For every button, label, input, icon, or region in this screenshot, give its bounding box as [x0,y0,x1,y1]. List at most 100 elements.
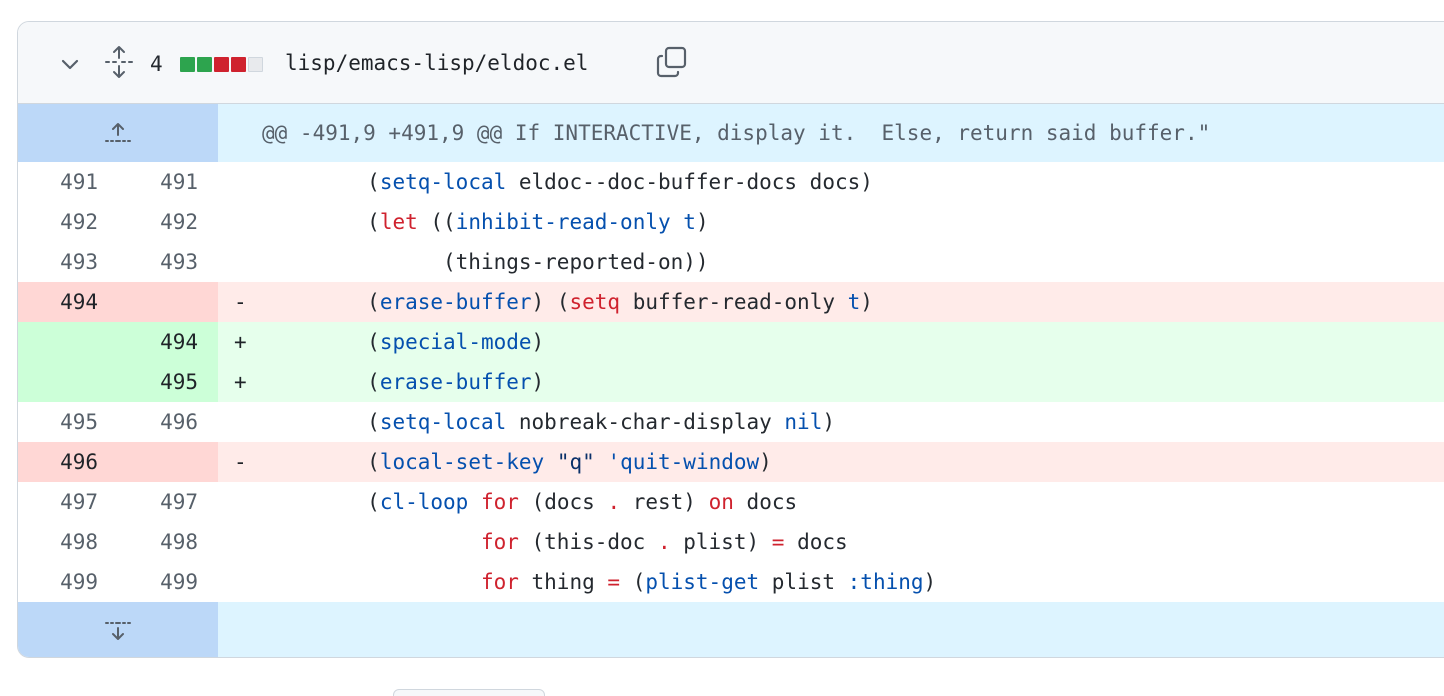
partial-button[interactable] [393,689,545,696]
expand-bottom-fill [218,602,1444,657]
code-content: + (erase-buffer) [218,362,1444,402]
code-token: special-mode [379,330,532,354]
chevron-down-icon[interactable] [56,50,84,78]
old-line-number[interactable]: 491 [18,162,118,202]
code-token: :thing [847,570,924,594]
context-line: 498 498 for (this-doc . plist) = docs [18,522,1444,562]
code-token: setq-local [379,170,507,194]
diffstat-blocks [180,57,263,72]
old-line-number[interactable]: 492 [18,202,118,242]
expand-bottom-row [18,602,1444,657]
new-line-number[interactable]: 499 [118,562,218,602]
context-line: 491 491 (setq-local eldoc--doc-buffer-doc… [18,162,1444,202]
new-line-number[interactable]: 493 [118,242,218,282]
code-token: . [657,530,671,554]
file-path[interactable]: lisp/emacs-lisp/eldoc.el [285,48,588,78]
expand-down-icon[interactable] [18,602,218,657]
code-token: ( [367,370,380,394]
new-line-number[interactable] [118,282,218,322]
code-content: - (local-set-key "q" 'quit-window) [218,442,1444,482]
new-line-number[interactable]: 497 [118,482,218,522]
code-token: on [708,490,734,514]
old-line-number[interactable]: 497 [18,482,118,522]
code-token: setq [569,290,621,314]
diffstat-block [214,57,229,72]
code-token: ( [367,330,380,354]
code-token: t [683,210,696,234]
code-content: for thing = (plist-get plist :thing) [218,562,1444,602]
code-token: (things-reported-on)) [443,250,709,274]
code-token: . [607,490,621,514]
code-content: (setq-local eldoc--doc-buffer-docs docs) [218,162,1444,202]
code-content: + (special-mode) [218,322,1444,362]
code-token: local-set-key [379,450,545,474]
code-token: plist [759,570,848,594]
new-line-number[interactable]: 496 [118,402,218,442]
unfold-icon[interactable] [102,44,136,80]
diff-marker: - [234,290,247,314]
diffstat-block [248,57,263,72]
new-line-number[interactable]: 498 [118,522,218,562]
new-line-number[interactable]: 491 [118,162,218,202]
code-token: ) [759,450,772,474]
change-count: 4 [150,52,163,76]
code-token: ( [367,290,380,314]
old-line-number[interactable] [18,362,118,402]
code-token: erase-buffer [379,370,532,394]
code-token: ) [531,370,545,394]
code-token: ) [695,210,709,234]
code-token: (( [417,210,456,234]
new-line-number[interactable]: 495 [118,362,218,402]
code-token: "q" [556,450,595,474]
code-token: ) [860,290,873,314]
code-token: (this-doc [518,530,658,554]
diffstat-block [180,57,195,72]
code-token: docs [733,490,798,514]
file-header: 4 lisp/emacs-lisp/eldoc.el [18,22,1444,104]
code-token: thing [518,570,608,594]
code-token: nil [784,410,823,434]
context-line: 492 492 (let ((inhibit-read-only t) [18,202,1444,242]
new-line-number[interactable] [118,442,218,482]
new-line-number[interactable]: 492 [118,202,218,242]
old-line-number[interactable]: 493 [18,242,118,282]
code-token: let [379,210,418,234]
code-content: - (erase-buffer) (setq buffer-read-only … [218,282,1444,322]
code-token: ( [367,410,380,434]
code-content: for (this-doc . plist) = docs [218,522,1444,562]
code-token: 'quit-window [607,450,760,474]
old-line-number[interactable]: 499 [18,562,118,602]
added-line: 495 + (erase-buffer) [18,362,1444,402]
old-line-number[interactable]: 495 [18,402,118,442]
new-line-number[interactable]: 494 [118,322,218,362]
code-token: ( [367,170,380,194]
copy-icon[interactable] [654,44,690,80]
code-token: ( [367,210,380,234]
code-token: for [480,530,519,554]
diff-marker: - [234,450,247,474]
code-token: ) ( [531,290,570,314]
code-token: plist) [670,530,772,554]
expand-up-icon[interactable] [18,104,218,162]
code-token: setq-local [379,410,507,434]
context-line: 497 497 (cl-loop for (docs . rest) on doc… [18,482,1444,522]
code-content: (setq-local nobreak-char-display nil) [218,402,1444,442]
code-token: (docs [518,490,608,514]
old-line-number[interactable]: 496 [18,442,118,482]
code-token: erase-buffer [379,290,532,314]
context-line: 493 493 (things-reported-on)) [18,242,1444,282]
deleted-line: 496 - (local-set-key "q" 'quit-window) [18,442,1444,482]
deleted-line: 494 - (erase-buffer) (setq buffer-read-on… [18,282,1444,322]
code-content: (let ((inhibit-read-only t) [218,202,1444,242]
code-token: buffer-read-only [620,290,848,314]
old-line-number[interactable]: 494 [18,282,118,322]
old-line-number[interactable]: 498 [18,522,118,562]
old-line-number[interactable] [18,322,118,362]
